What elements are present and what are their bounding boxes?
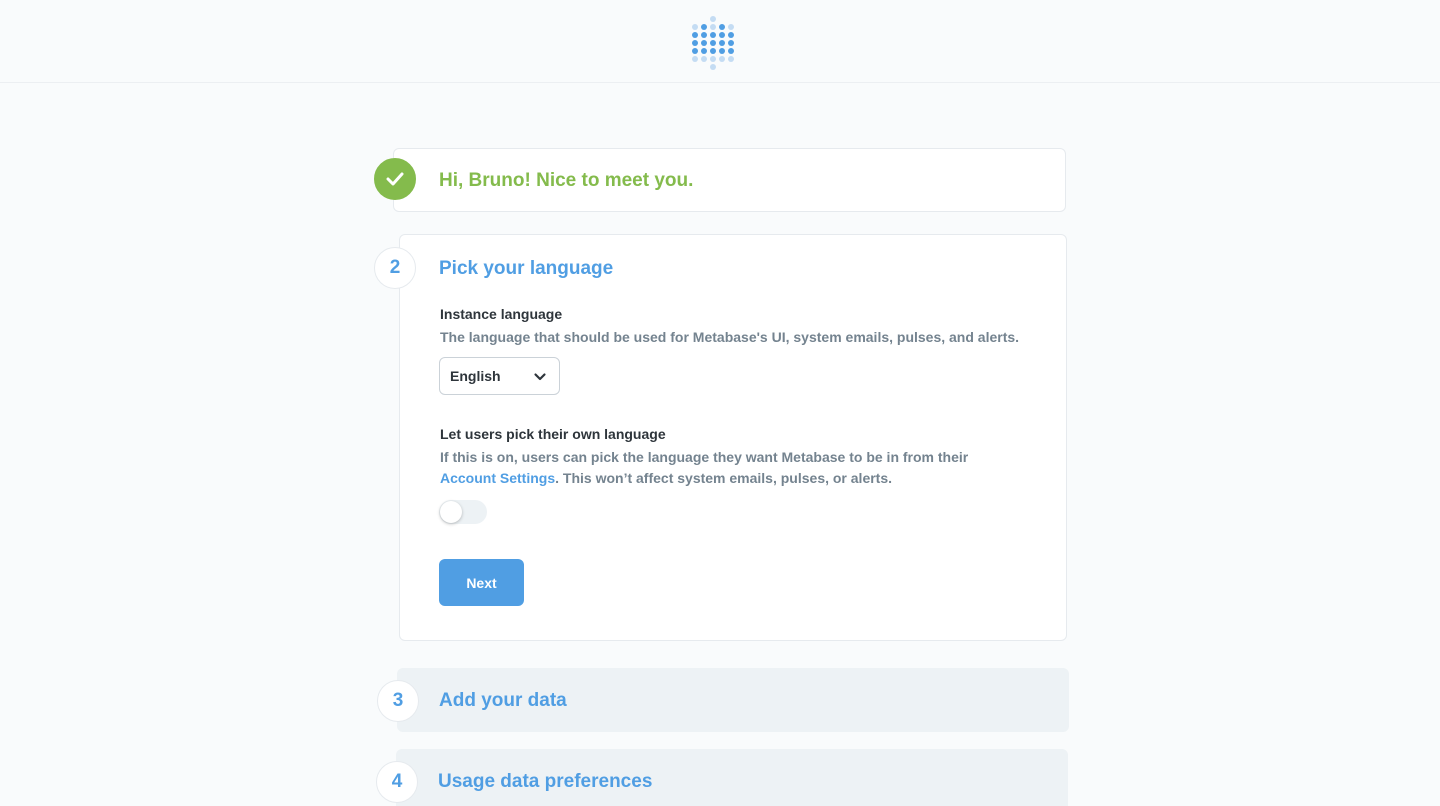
instance-language-label: Instance language: [440, 306, 563, 322]
user-language-toggle[interactable]: [439, 500, 487, 524]
top-bar: [0, 0, 1440, 83]
add-data-step-title: Add your data: [439, 690, 567, 711]
usage-data-step-title: Usage data preferences: [438, 771, 653, 792]
step-number-badge: 2: [374, 247, 416, 289]
language-step-title: Pick your language: [439, 258, 614, 279]
step-complete-badge: [374, 158, 416, 200]
account-settings-link[interactable]: Account Settings: [440, 470, 555, 486]
chevron-down-icon: [534, 373, 546, 381]
instance-language-description: The language that should be used for Met…: [440, 329, 1020, 345]
user-language-description: If this is on, users can pick the langua…: [440, 447, 1015, 489]
language-select[interactable]: English: [439, 357, 560, 395]
toggle-knob: [440, 501, 462, 523]
next-button[interactable]: Next: [439, 559, 524, 606]
welcome-step-title: Hi, Bruno! Nice to meet you.: [439, 170, 694, 191]
user-language-label: Let users pick their own language: [440, 426, 666, 442]
step-number-badge: 3: [377, 680, 419, 722]
language-select-value: English: [450, 368, 501, 384]
user-language-desc-text: If this is on, users can pick the langua…: [440, 449, 969, 465]
step-number-badge: 4: [376, 761, 418, 803]
check-icon: [386, 172, 404, 186]
metabase-logo-icon[interactable]: [692, 16, 734, 70]
user-language-desc-text-end: . This won’t affect system emails, pulse…: [555, 470, 893, 486]
